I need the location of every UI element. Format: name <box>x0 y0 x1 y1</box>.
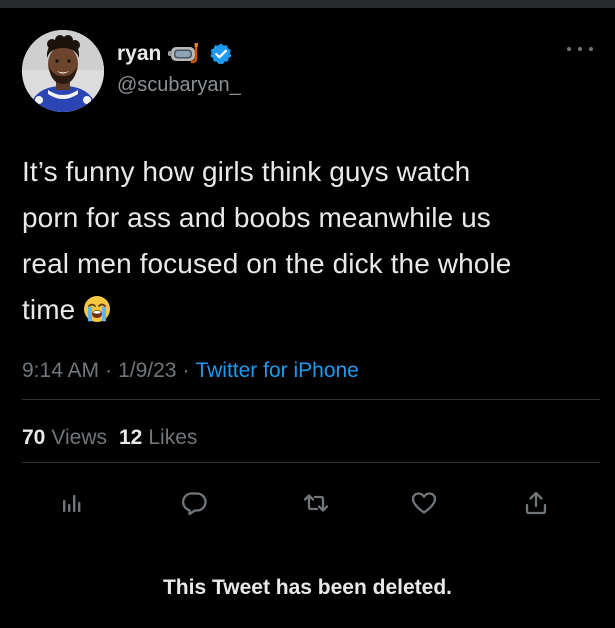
tweet-text: It’s funny how girls think guys watch po… <box>22 149 597 337</box>
avatar[interactable] <box>22 30 104 112</box>
divider <box>22 399 600 400</box>
deleted-tweet-notice: This Tweet has been deleted. <box>162 576 453 599</box>
views-count: 70 <box>22 426 46 449</box>
retweet-icon[interactable] <box>299 486 333 520</box>
divider <box>22 462 600 463</box>
avatar-photo <box>22 30 104 112</box>
reply-icon[interactable] <box>177 486 211 520</box>
tweet-date[interactable]: 1/9/23 <box>118 359 176 382</box>
meta-separator: · <box>182 359 190 382</box>
author-handle[interactable]: @scubaryan_ <box>117 74 241 97</box>
analytics-icon[interactable] <box>55 486 89 520</box>
likes-stat[interactable]: 12 Likes <box>119 426 197 449</box>
tweet-text-line-last: time <box>22 287 597 337</box>
share-icon[interactable] <box>519 486 553 520</box>
tweet-time[interactable]: 9:14 AM <box>22 359 99 382</box>
tweet-text-fragment: time <box>22 294 76 325</box>
tweet-text-line: porn for ass and boobs meanwhile us <box>22 202 491 233</box>
tweet-text-line: It’s funny how girls think guys watch <box>22 156 471 187</box>
display-name[interactable]: ryan <box>117 42 161 66</box>
loudly-crying-face-icon <box>83 291 111 337</box>
views-stat[interactable]: 70 Views <box>22 426 107 449</box>
top-edge <box>0 0 615 8</box>
meta-separator: · <box>105 359 113 382</box>
diving-mask-icon <box>168 42 202 66</box>
tweet-source-link[interactable]: Twitter for iPhone <box>195 359 358 382</box>
views-label: Views <box>51 426 107 449</box>
action-bar <box>0 486 615 520</box>
tweet-card: ryan @scubaryan_ It’s funny how girls th… <box>0 8 615 628</box>
likes-label: Likes <box>148 426 198 449</box>
tweet-meta: 9:14 AM · 1/9/23 · Twitter for iPhone <box>22 359 359 383</box>
verified-badge-icon[interactable] <box>209 42 233 66</box>
author-name-row: ryan <box>117 39 233 69</box>
tweet-text-line: real men focused on the dick the whole <box>22 248 512 279</box>
like-icon[interactable] <box>407 486 441 520</box>
likes-count: 12 <box>119 426 143 449</box>
more-options-icon[interactable] <box>567 44 593 54</box>
tweet-stats: 70 Views 12 Likes <box>22 426 197 450</box>
